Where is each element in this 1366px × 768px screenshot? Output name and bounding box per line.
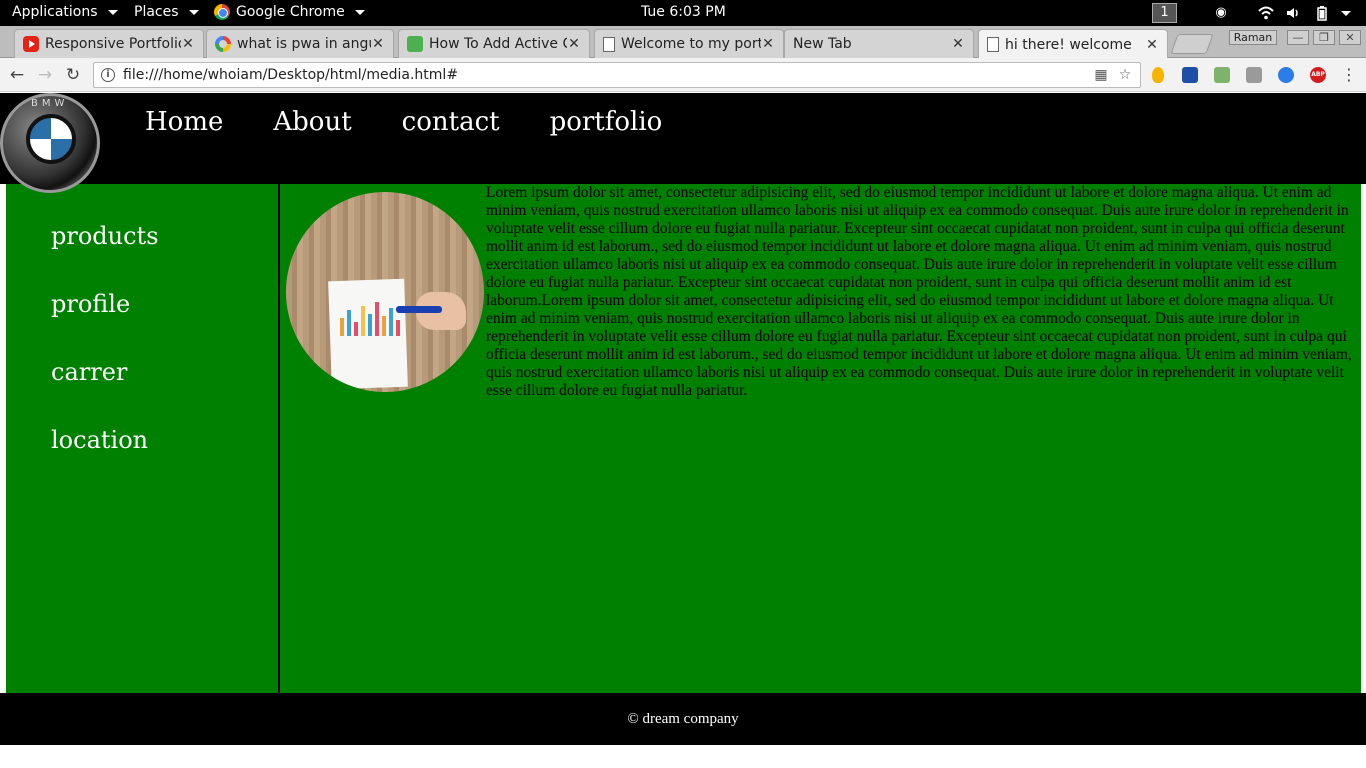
document-icon xyxy=(987,37,999,52)
sidebar-item-location[interactable]: location xyxy=(51,426,148,454)
youtube-icon xyxy=(23,36,39,52)
tab-title: How To Add Active C xyxy=(429,36,567,52)
nav-home[interactable]: Home xyxy=(145,107,223,137)
minimize-button[interactable]: — xyxy=(1287,30,1309,45)
tab-welcome-portfolio[interactable]: Welcome to my port ✕ xyxy=(594,29,784,58)
photo-pen xyxy=(396,306,442,313)
forward-button[interactable]: → xyxy=(35,65,55,85)
main-area: products profile carrer location Lorem i… xyxy=(6,184,1361,693)
address-bar[interactable]: i file:///home/whoiam/Desktop/html/media… xyxy=(93,62,1141,88)
photo-bar xyxy=(389,308,393,336)
profile-button[interactable]: Raman xyxy=(1229,30,1277,45)
site-header: BMW Home About contact portfolio xyxy=(0,93,1366,193)
tab-title: Responsive Portfolio xyxy=(45,36,181,52)
reload-button[interactable]: ↻ xyxy=(63,65,83,85)
battery-icon[interactable] xyxy=(1314,5,1330,21)
document-icon xyxy=(603,36,615,52)
chevron-down-icon xyxy=(354,9,365,15)
tab-pwa-angular[interactable]: what is pwa in angul ✕ xyxy=(206,29,394,58)
close-icon[interactable]: ✕ xyxy=(181,36,195,52)
photo-bar xyxy=(340,318,344,336)
star-icon[interactable]: ☆ xyxy=(1116,67,1134,83)
sidebar-item-products[interactable]: products xyxy=(51,222,159,250)
close-icon[interactable]: ✕ xyxy=(371,36,385,52)
chevron-down-icon[interactable] xyxy=(1338,5,1354,21)
applications-menu[interactable]: Applications xyxy=(12,4,118,20)
close-icon[interactable]: ✕ xyxy=(567,36,581,52)
adblock-extension-icon[interactable]: ABP xyxy=(1310,67,1326,83)
photo-bar xyxy=(375,302,379,336)
nav-portfolio[interactable]: portfolio xyxy=(550,107,663,137)
sync-extension-icon[interactable] xyxy=(1278,67,1294,83)
close-icon[interactable]: ✕ xyxy=(1145,37,1159,53)
lightbulb-extension-icon[interactable] xyxy=(1152,67,1164,83)
system-top-bar: Applications Places Google Chrome Tue 6:… xyxy=(0,0,1366,26)
drive-extension-icon[interactable] xyxy=(1246,67,1262,83)
volume-icon[interactable] xyxy=(1285,5,1301,21)
info-icon[interactable]: i xyxy=(101,68,115,82)
tab-strip: Responsive Portfolio ✕ what is pwa in an… xyxy=(0,26,1366,59)
content-area: Lorem ipsum dolor sit amet, consectetur … xyxy=(282,184,1361,693)
close-icon[interactable]: ✕ xyxy=(951,36,965,52)
active-app-menu[interactable]: Google Chrome xyxy=(214,4,365,20)
tab-title: hi there! welcome xyxy=(1005,36,1132,53)
w3schools-icon xyxy=(407,36,423,52)
browser-toolbar: ← → ↻ i file:///home/whoiam/Desktop/html… xyxy=(0,58,1366,92)
chevron-down-icon xyxy=(107,9,118,15)
web-page: BMW Home About contact portfolio product… xyxy=(0,93,1366,768)
places-label: Places xyxy=(134,4,179,20)
address-url[interactable]: file:///home/whoiam/Desktop/html/media.h… xyxy=(123,67,1092,83)
tab-title: Welcome to my port xyxy=(621,36,761,52)
video-camera-icon[interactable]: ◉ xyxy=(1213,5,1229,21)
chrome-icon xyxy=(214,4,230,20)
contacts-extension-icon[interactable] xyxy=(1182,67,1198,83)
maximize-button[interactable]: ❐ xyxy=(1313,30,1335,45)
close-icon[interactable]: ✕ xyxy=(761,36,775,52)
photo-bar xyxy=(368,314,372,336)
bmw-logo[interactable]: BMW xyxy=(0,93,100,193)
sheets-extension-icon[interactable] xyxy=(1214,67,1230,83)
chevron-down-icon xyxy=(188,9,199,15)
nav-about[interactable]: About xyxy=(273,107,351,137)
applications-label: Applications xyxy=(12,4,98,20)
body-paragraph: Lorem ipsum dolor sit amet, consectetur … xyxy=(486,184,1352,399)
translate-icon[interactable]: ▦ xyxy=(1092,67,1110,83)
sidebar: products profile carrer location xyxy=(6,184,280,693)
close-window-button[interactable]: ✕ xyxy=(1339,30,1361,45)
nav-contact[interactable]: contact xyxy=(402,107,500,137)
workspace-indicator[interactable]: 1 xyxy=(1152,3,1177,23)
logo-lettering: BMW xyxy=(31,98,69,109)
wifi-icon[interactable] xyxy=(1258,5,1274,21)
chart-photo xyxy=(286,192,484,392)
tab-title: New Tab xyxy=(793,36,852,52)
photo-bar xyxy=(396,320,400,336)
photo-bar xyxy=(347,310,351,336)
photo-bar xyxy=(361,306,365,336)
active-app-label: Google Chrome xyxy=(236,4,345,20)
site-nav: Home About contact portfolio xyxy=(145,107,662,137)
photo-bar xyxy=(382,316,386,336)
photo-bar xyxy=(354,322,358,336)
tab-add-active-class[interactable]: How To Add Active C ✕ xyxy=(398,29,590,58)
back-button[interactable]: ← xyxy=(7,65,27,85)
clock[interactable]: Tue 6:03 PM xyxy=(641,4,726,20)
tab-hi-there-welcome[interactable]: hi there! welcome ✕ xyxy=(978,29,1168,59)
tab-title: what is pwa in angul xyxy=(237,36,371,52)
sidebar-item-carrer[interactable]: carrer xyxy=(51,358,127,386)
places-menu[interactable]: Places xyxy=(134,4,199,20)
tab-new-tab[interactable]: New Tab ✕ xyxy=(784,29,974,58)
new-tab-button[interactable] xyxy=(1170,34,1214,54)
tab-responsive-portfolio[interactable]: Responsive Portfolio ✕ xyxy=(14,29,204,58)
logo-roundel xyxy=(26,114,76,164)
menu-icon[interactable]: ⋮ xyxy=(1339,65,1359,85)
sidebar-item-profile[interactable]: profile xyxy=(51,290,130,318)
google-icon xyxy=(215,36,231,52)
site-footer: © dream company xyxy=(0,693,1366,745)
